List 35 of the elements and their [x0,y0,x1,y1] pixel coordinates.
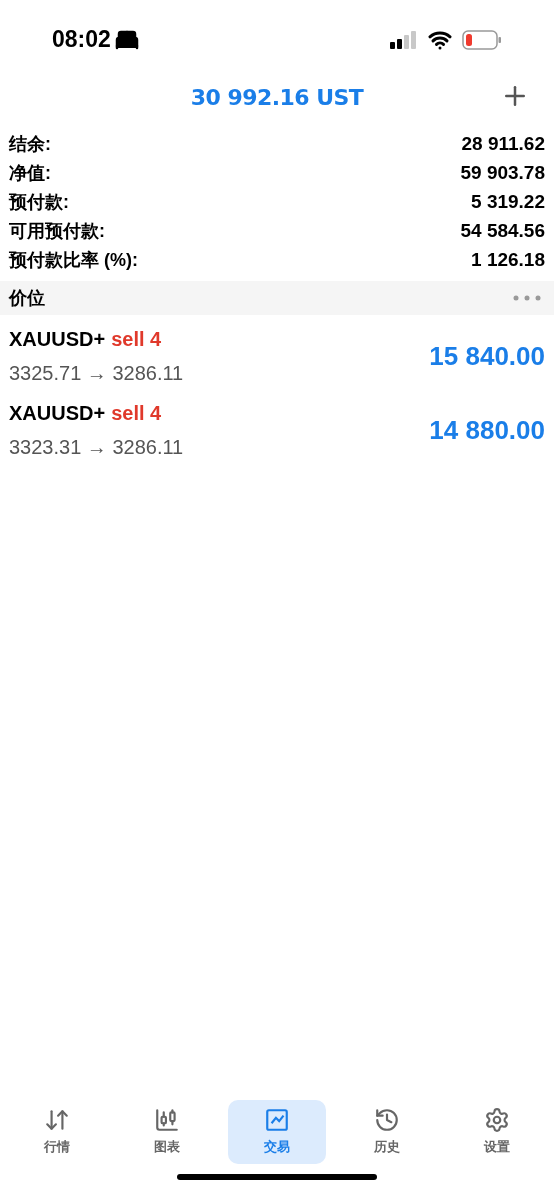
position-prices: 3325.71 → 3286.11 [9,361,184,386]
summary-value: 59 903.78 [460,161,545,186]
line-chart-icon [264,1107,290,1134]
position-profit: 14 880.00 [429,413,545,447]
position-prices: 3323.31 → 3286.11 [9,435,184,460]
position-row[interactable]: XAUUSD+ sell 4 3325.71 → 3286.11 15 840.00 [0,319,554,393]
settings-icon [484,1107,510,1134]
tab-bar-item[interactable]: 设置 [448,1100,546,1164]
position-profit: 15 840.00 [429,339,545,373]
candlestick-icon [154,1107,180,1134]
section-title: 价位 [9,286,45,310]
position-symbol: XAUUSD+ [9,327,106,352]
history-icon [374,1107,400,1134]
battery-icon [462,29,502,50]
status-time: 08:02 [52,25,111,55]
tab-bar-item[interactable]: 历史 [338,1100,436,1164]
position-side: sell 4 [111,401,162,426]
summary-label: 预付款: [9,191,69,214]
position-symbol: XAUUSD+ [9,401,106,426]
summary-label: 可用预付款: [9,220,105,243]
signal-icon [390,29,418,50]
position-row[interactable]: XAUUSD+ sell 4 3323.31 → 3286.11 14 880.00 [0,393,554,467]
summary-value: 1 126.18 [471,248,545,273]
tab-bar-item[interactable]: 行情 [8,1100,106,1164]
summary-value: 28 911.62 [461,132,545,157]
summary-value: 54 584.56 [460,219,545,244]
tab-bar-item[interactable]: 交易 [228,1100,326,1164]
tab-bar-item[interactable]: 图表 [118,1100,216,1164]
account-balance-title: 30 992.16 UST [190,84,364,112]
summary-label: 净值: [9,162,51,185]
more-icon[interactable] [513,295,541,301]
position-side: sell 4 [111,327,162,352]
summary-value: 5 319.22 [471,190,545,215]
summary-label: 预付款比率 (%): [9,249,138,272]
summary-label: 结余: [9,133,51,156]
